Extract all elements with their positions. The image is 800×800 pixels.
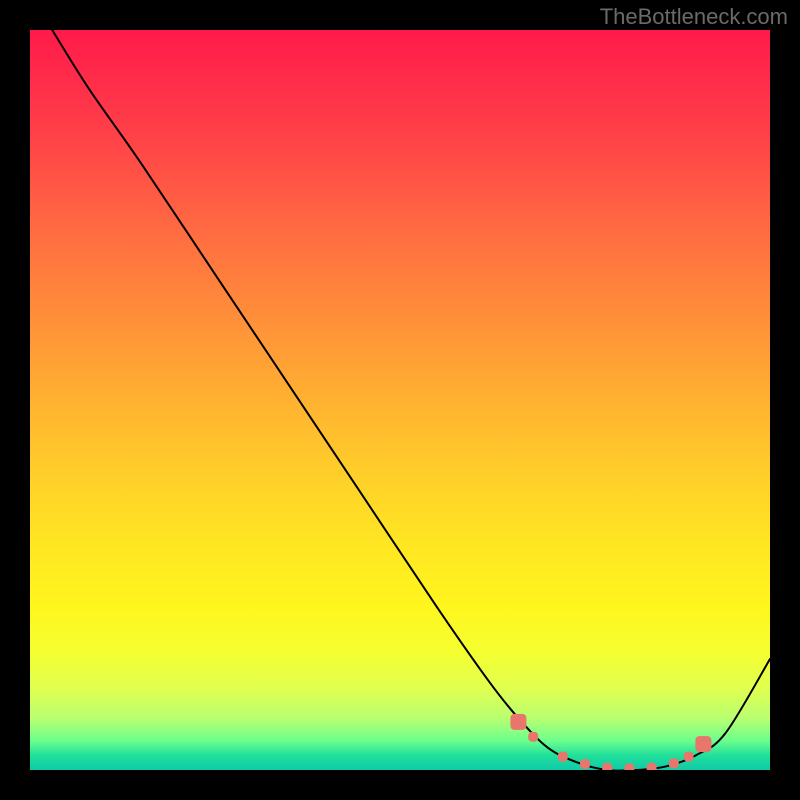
chart-marker	[647, 763, 657, 770]
chart-plot-area	[30, 30, 770, 770]
chart-marker	[669, 758, 679, 768]
chart-marker	[510, 714, 526, 730]
bottleneck-curve-path	[52, 30, 770, 770]
chart-marker	[624, 764, 634, 770]
chart-marker	[528, 732, 538, 742]
chart-marker	[602, 763, 612, 770]
chart-svg	[30, 30, 770, 770]
chart-marker	[695, 736, 711, 752]
chart-marker	[580, 759, 590, 769]
chart-marker	[684, 752, 694, 762]
chart-marker	[558, 752, 568, 762]
watermark-text: TheBottleneck.com	[600, 4, 788, 30]
